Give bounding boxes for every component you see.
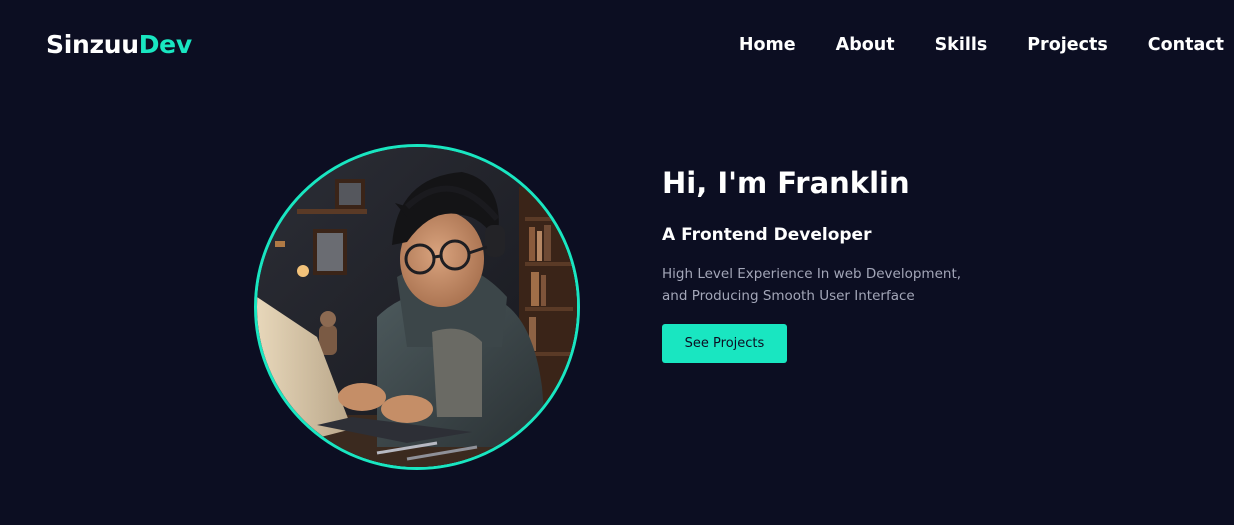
nav-item-contact[interactable]: Contact <box>1148 35 1224 55</box>
hero-description: High Level Experience In web Development… <box>662 263 1082 307</box>
hero-section: Hi, I'm Franklin A Frontend Developer Hi… <box>662 166 1082 363</box>
nav-links: Home About Skills Projects Contact <box>699 35 1224 55</box>
profile-photo-illustration <box>257 147 577 467</box>
nav-item-about[interactable]: About <box>836 35 895 55</box>
hero-description-line: and Producing Smooth User Interface <box>662 288 915 304</box>
nav-item-projects[interactable]: Projects <box>1027 35 1108 55</box>
hero-description-line: High Level Experience In web Development… <box>662 266 962 282</box>
logo-text-accent: Dev <box>138 30 192 59</box>
site-logo[interactable]: SinzuuDev <box>46 30 192 59</box>
nav-item-skills[interactable]: Skills <box>935 35 988 55</box>
hero-subtitle: A Frontend Developer <box>662 225 872 245</box>
nav-item-home[interactable]: Home <box>739 35 796 55</box>
hero-title: Hi, I'm Franklin <box>662 166 910 200</box>
navbar: SinzuuDev Home About Skills Projects Con… <box>0 0 1234 95</box>
logo-text-primary: Sinzuu <box>46 30 139 59</box>
see-projects-button[interactable]: See Projects <box>662 324 787 363</box>
profile-avatar <box>254 144 580 470</box>
